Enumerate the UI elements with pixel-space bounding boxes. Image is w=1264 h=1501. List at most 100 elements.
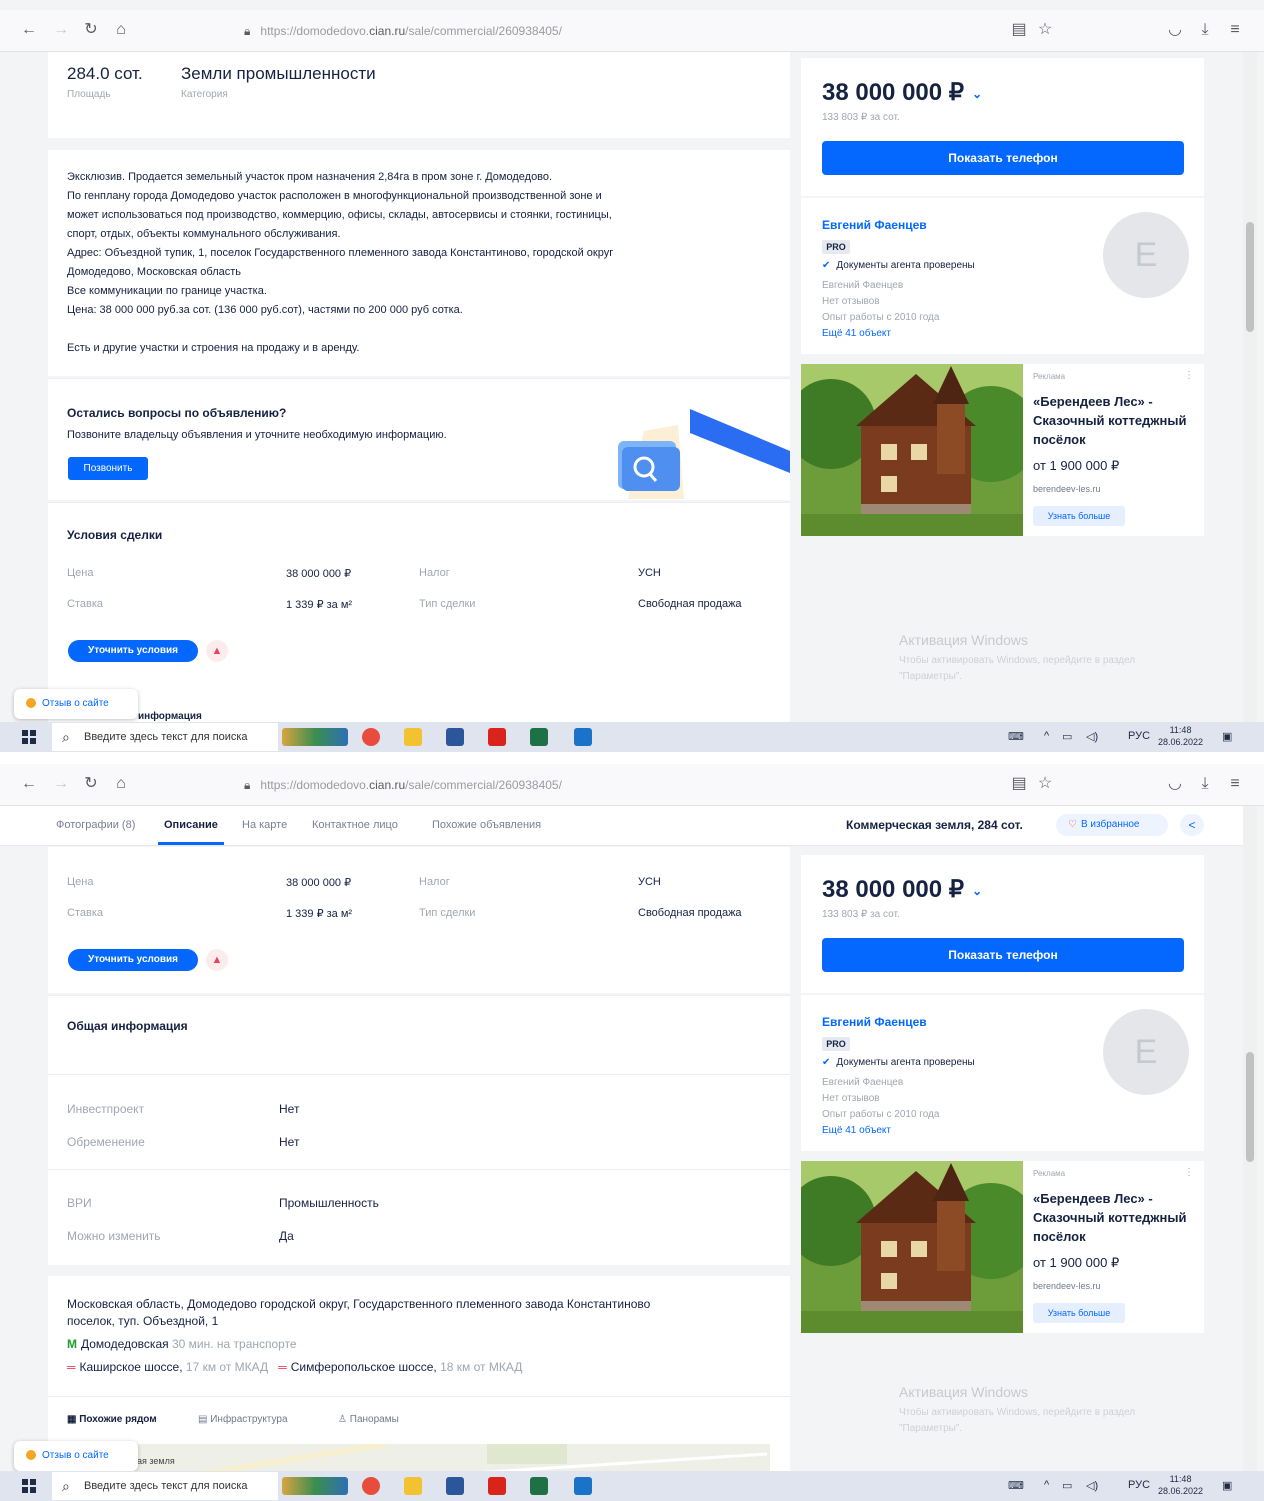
clarify-conditions-button[interactable]: Уточнить условия [68, 949, 198, 971]
ad-site[interactable]: berendeev-les.ru [1033, 1281, 1101, 1291]
feedback-button[interactable]: Отзыв о сайте [14, 1441, 138, 1471]
show-phone-button[interactable]: Показать телефон [822, 141, 1184, 175]
ad-image[interactable] [801, 364, 1023, 536]
ad-title[interactable]: «Берендеев Лес» - Сказочный коттеджный п… [1033, 392, 1199, 449]
agent-verified: ✔ Документы агента проверены [822, 260, 975, 271]
agent-more-link[interactable]: Ещё 41 объект [822, 1125, 891, 1136]
forward-icon[interactable]: → [52, 775, 70, 793]
scrollbar[interactable] [1243, 52, 1257, 722]
download-icon[interactable]: ⤓ [1196, 775, 1214, 793]
complaint-icon[interactable]: ▲ [206, 949, 228, 971]
reload-icon[interactable]: ↻ [82, 21, 100, 39]
reader-icon[interactable]: ▤ [1010, 21, 1028, 39]
reader-icon[interactable]: ▤ [1010, 775, 1028, 793]
ad-image[interactable] [801, 1161, 1023, 1333]
word-icon[interactable] [446, 728, 464, 746]
reload-icon[interactable]: ↻ [82, 775, 100, 793]
avatar[interactable]: Е [1103, 212, 1189, 298]
more-vert-icon[interactable]: ⋮ [1184, 1167, 1194, 1178]
address-bar[interactable]: 🔒︎ https://domodedovo.cian.ru/sale/commer… [244, 774, 1074, 796]
notifications-icon[interactable]: ▣ [1222, 730, 1232, 743]
clock[interactable]: 11:48 28.06.2022 [1158, 1473, 1203, 1497]
map-tab-infrastructure[interactable]: ▤ Инфраструктура [198, 1414, 288, 1425]
file-explorer-icon[interactable] [404, 728, 422, 746]
file-explorer-icon[interactable] [404, 1477, 422, 1495]
network-icon[interactable]: ▭ [1062, 1479, 1072, 1492]
search-highlight-image[interactable] [282, 1477, 348, 1495]
avatar[interactable]: Е [1103, 1009, 1189, 1095]
complaint-icon[interactable]: ▲ [206, 640, 228, 662]
metro-name[interactable]: Домодедовская [81, 1337, 169, 1351]
agent-more-link[interactable]: Ещё 41 объект [822, 328, 891, 339]
volume-icon[interactable]: ◁) [1086, 1479, 1098, 1492]
taskbar-search[interactable]: ⌕ Введите здесь текст для поиска [52, 1472, 278, 1500]
keyboard-icon[interactable]: ⌨ [1008, 730, 1024, 743]
ad-card[interactable]: Реклама ⋮ «Берендеев Лес» - Сказочный ко… [1023, 1161, 1204, 1333]
word-icon[interactable] [446, 1477, 464, 1495]
photos-icon[interactable] [574, 728, 592, 746]
map-tab-similar[interactable]: ▦ Похожие рядом [67, 1414, 157, 1425]
chevron-down-icon[interactable]: ⌄ [972, 87, 982, 101]
windows-start-icon[interactable] [22, 730, 36, 744]
address-bar[interactable]: 🔒︎ https://domodedovo.cian.ru/sale/commer… [244, 20, 1074, 42]
back-icon[interactable]: ← [20, 775, 38, 793]
deal-tax-value: УСН [638, 567, 661, 579]
ad-card[interactable]: Реклама ⋮ «Берендеев Лес» - Сказочный ко… [1023, 364, 1204, 536]
windows-start-icon[interactable] [22, 1479, 36, 1493]
tab-photos[interactable]: Фотографии (8) [56, 819, 135, 831]
taskbar-search[interactable]: ⌕ Введите здесь текст для поиска [52, 723, 278, 751]
download-icon[interactable]: ⤓ [1196, 21, 1214, 39]
photos-icon[interactable] [574, 1477, 592, 1495]
tray-up-icon[interactable]: ^ [1044, 1479, 1049, 1491]
forward-icon[interactable]: → [52, 21, 70, 39]
clarify-conditions-button[interactable]: Уточнить условия [68, 640, 198, 662]
home-icon[interactable]: ⌂ [112, 775, 130, 793]
tab-map[interactable]: На карте [242, 819, 287, 831]
tab-contact[interactable]: Контактное лицо [312, 819, 398, 831]
yandex-browser-icon[interactable] [362, 1477, 380, 1495]
ad-title[interactable]: «Берендеев Лес» - Сказочный коттеджный п… [1033, 1189, 1199, 1246]
yandex-browser-icon[interactable] [362, 728, 380, 746]
ad-more-button[interactable]: Узнать больше [1033, 506, 1125, 526]
pocket-icon[interactable]: ◡ [1166, 775, 1184, 793]
bookmark-star-icon[interactable]: ☆ [1036, 775, 1054, 793]
agent-name[interactable]: Евгений Фаенцев [822, 1015, 927, 1029]
tab-similar[interactable]: Похожие объявления [432, 819, 541, 831]
map-tab-panoramas[interactable]: ♙ Панорамы [338, 1414, 399, 1425]
scrollbar-thumb[interactable] [1246, 222, 1254, 332]
language-indicator[interactable]: РУС [1128, 1479, 1150, 1491]
scrollbar-thumb[interactable] [1246, 1052, 1254, 1162]
general-value: Нет [279, 1102, 300, 1116]
home-icon[interactable]: ⌂ [112, 21, 130, 39]
excel-icon[interactable] [530, 728, 548, 746]
feedback-button[interactable]: Отзыв о сайте [14, 689, 138, 719]
call-button[interactable]: Позвонить [68, 457, 148, 480]
bookmark-star-icon[interactable]: ☆ [1036, 21, 1054, 39]
network-icon[interactable]: ▭ [1062, 730, 1072, 743]
extensions-icon[interactable]: ≡ [1226, 775, 1244, 793]
tab-description[interactable]: Описание [164, 819, 218, 831]
excel-icon[interactable] [530, 1477, 548, 1495]
pocket-icon[interactable]: ◡ [1166, 21, 1184, 39]
keyboard-icon[interactable]: ⌨ [1008, 1479, 1024, 1492]
show-phone-button[interactable]: Показать телефон [822, 938, 1184, 972]
general-info-card: Общая информация Инвестпроект Нет Обреме… [48, 995, 790, 1265]
clock[interactable]: 11:48 28.06.2022 [1158, 724, 1203, 748]
notifications-icon[interactable]: ▣ [1222, 1479, 1232, 1492]
extensions-icon[interactable]: ≡ [1226, 21, 1244, 39]
pdf-icon[interactable] [488, 1477, 506, 1495]
favorite-button[interactable]: ♡ В избранное [1056, 814, 1168, 836]
ad-more-button[interactable]: Узнать больше [1033, 1303, 1125, 1323]
pdf-icon[interactable] [488, 728, 506, 746]
volume-icon[interactable]: ◁) [1086, 730, 1098, 743]
scrollbar[interactable] [1243, 806, 1257, 1471]
back-icon[interactable]: ← [20, 21, 38, 39]
more-vert-icon[interactable]: ⋮ [1184, 370, 1194, 381]
language-indicator[interactable]: РУС [1128, 730, 1150, 742]
tray-up-icon[interactable]: ^ [1044, 730, 1049, 742]
chevron-down-icon[interactable]: ⌄ [972, 884, 982, 898]
search-highlight-image[interactable] [282, 728, 348, 746]
share-icon[interactable]: < [1180, 814, 1204, 836]
ad-site[interactable]: berendeev-les.ru [1033, 484, 1101, 494]
agent-name[interactable]: Евгений Фаенцев [822, 218, 927, 232]
